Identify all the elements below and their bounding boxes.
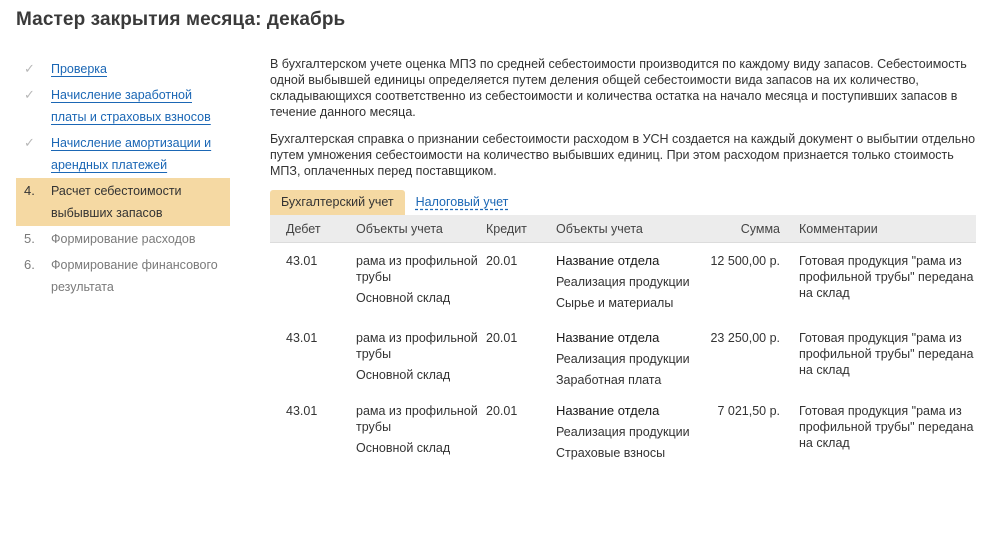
department-name: Название отдела xyxy=(556,253,660,268)
cell-comment: Готовая продукция "рама из профильной тр… xyxy=(799,254,974,300)
tab-bar: Бухгалтерский учет Налоговый учет xyxy=(270,190,978,215)
step-financial-result: 6. Формирование финансового результата xyxy=(16,252,230,300)
wizard-steps: ✓ Проверка ✓ Начисление заработной платы… xyxy=(16,56,230,300)
step-check[interactable]: ✓ Проверка xyxy=(16,56,230,82)
step-depreciation[interactable]: ✓ Начисление амортизации и арендных плат… xyxy=(16,130,230,178)
checkmark-icon: ✓ xyxy=(24,135,35,150)
header-objects: Объекты учета xyxy=(356,222,443,236)
main-content: В бухгалтерском учете оценка МПЗ по сред… xyxy=(270,56,978,461)
object-warehouse: Основной склад xyxy=(356,291,451,305)
table-header: Дебет Объекты учета Кредит Объекты учета… xyxy=(270,215,976,243)
cell-objects: рама из профильной трубы Основной склад xyxy=(356,330,486,388)
step-label[interactable]: Начисление амортизации и арендных платеж… xyxy=(51,132,222,176)
checkmark-icon: ✓ xyxy=(24,87,35,102)
step-label: Формирование расходов xyxy=(51,232,196,246)
department-name: Название отдела xyxy=(556,403,660,418)
cell-comment: Готовая продукция "рама из профильной тр… xyxy=(799,331,974,377)
cell-objects: рама из профильной трубы Основной склад xyxy=(356,251,486,311)
checkmark-icon: ✓ xyxy=(24,61,35,76)
cell-debit: 43.01 xyxy=(286,254,318,268)
cell-credit: 20.01 xyxy=(486,404,518,418)
cell-credit: 20.01 xyxy=(486,254,518,268)
cell-comment: Готовая продукция "рама из профильной тр… xyxy=(799,404,974,450)
object-item: рама из профильной трубы xyxy=(356,254,478,284)
cell-objects: рама из профильной трубы Основной склад xyxy=(356,403,486,461)
object-item: Сырье и материалы xyxy=(556,296,674,310)
step-payroll[interactable]: ✓ Начисление заработной платы и страховы… xyxy=(16,82,230,130)
header-sum: Сумма xyxy=(740,222,780,236)
step-number: 5. xyxy=(24,231,35,246)
table-row: 43.01 рама из профильной трубы Основной … xyxy=(270,403,976,461)
table-row: 43.01 рама из профильной трубы Основной … xyxy=(270,330,976,388)
step-number: 6. xyxy=(24,257,35,272)
header-credit: Кредит xyxy=(486,222,527,236)
intro-paragraph: В бухгалтерском учете оценка МПЗ по сред… xyxy=(270,57,967,119)
entries-table: Дебет Объекты учета Кредит Объекты учета… xyxy=(270,215,976,461)
object-item: рама из профильной трубы xyxy=(356,331,478,361)
header-debit: Дебет xyxy=(286,222,321,236)
cell-debit: 43.01 xyxy=(286,404,318,418)
step-label[interactable]: Начисление заработной платы и страховых … xyxy=(51,84,222,128)
step-number: 4. xyxy=(24,183,35,198)
step-label[interactable]: Проверка xyxy=(51,58,222,80)
cell-debit: 43.01 xyxy=(286,331,318,345)
header-objects: Объекты учета xyxy=(556,222,643,236)
intro-paragraph: Бухгалтерская справка о признании себест… xyxy=(270,132,976,178)
object-item: Заработная плата xyxy=(556,373,662,387)
department-name: Название отдела xyxy=(556,330,660,345)
cell-sum: 12 500,00 р. xyxy=(710,254,780,268)
page-title: Мастер закрытия месяца: декабрь xyxy=(16,9,346,30)
cell-credit: 20.01 xyxy=(486,331,518,345)
object-warehouse: Основной склад xyxy=(356,441,451,455)
step-label: Расчет себестоимости выбывших запасов xyxy=(51,184,182,220)
tab-accounting[interactable]: Бухгалтерский учет xyxy=(270,190,405,215)
object-item: Реализация продукции xyxy=(556,275,690,289)
object-item: Реализация продукции xyxy=(556,425,690,439)
cell-objects: Название отдела Реализация продукции Стр… xyxy=(556,403,696,461)
cell-objects: Название отдела Реализация продукции Зар… xyxy=(556,330,696,388)
table-row: 43.01 рама из профильной трубы Основной … xyxy=(270,251,976,311)
cell-sum: 23 250,00 р. xyxy=(710,331,780,345)
object-item: рама из профильной трубы xyxy=(356,404,478,434)
step-cost-calculation: 4. Расчет себестоимости выбывших запасов xyxy=(16,178,230,226)
header-comment: Комментарии xyxy=(799,222,878,236)
object-item: Реализация продукции xyxy=(556,352,690,366)
step-expenses: 5. Формирование расходов xyxy=(16,226,230,252)
cell-sum: 7 021,50 р. xyxy=(717,404,780,418)
object-item: Страховые взносы xyxy=(556,446,666,460)
step-label: Формирование финансового результата xyxy=(51,258,218,294)
cell-objects: Название отдела Реализация продукции Сыр… xyxy=(556,251,696,311)
tab-tax[interactable]: Налоговый учет xyxy=(405,190,520,215)
object-warehouse: Основной склад xyxy=(356,368,451,382)
